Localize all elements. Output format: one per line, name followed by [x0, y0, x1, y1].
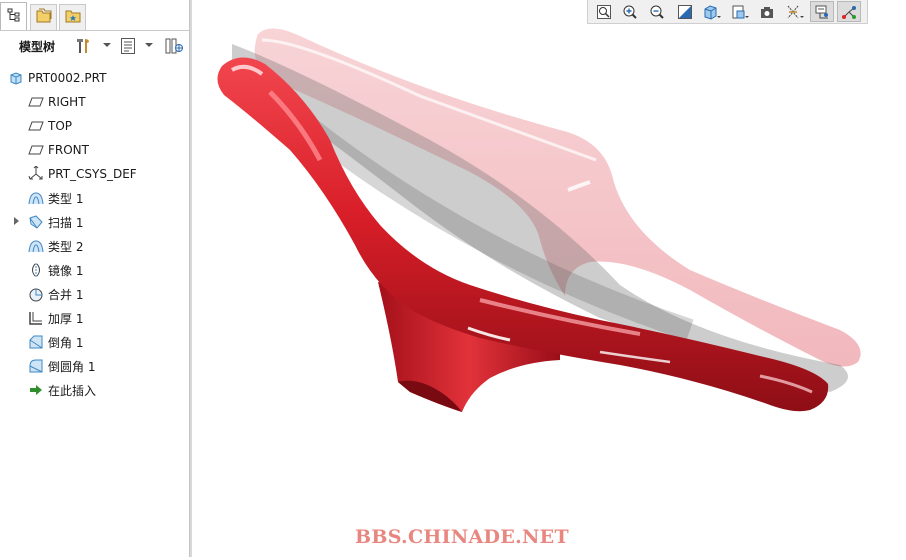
datum-plane-icon [28, 142, 44, 158]
boundary-blend-icon [28, 190, 44, 206]
settings-dropdown-icon[interactable] [103, 43, 111, 47]
tree-item-round-1[interactable]: 倒圆角 1 [28, 355, 95, 377]
favorites-tab[interactable] [59, 4, 86, 30]
tree-item-label: RIGHT [48, 95, 86, 109]
tree-columns-icon[interactable] [164, 36, 184, 56]
tree-item-insert-here[interactable]: 在此插入 [28, 379, 96, 401]
repaint-icon[interactable] [673, 1, 697, 22]
model-tree-tab-icon [7, 8, 21, 25]
coordinate-system-icon [28, 166, 44, 182]
tree-item-right[interactable]: RIGHT [28, 91, 86, 113]
tree-toolbar: 模型树 [0, 33, 189, 59]
tree-item-label: 扫描 1 [48, 215, 84, 230]
chamfer-icon [28, 334, 44, 350]
tree-root-label: PRT0002.PRT [28, 71, 107, 85]
tree-item-label: 倒圆角 1 [48, 359, 96, 374]
tree-item-label: TOP [48, 119, 73, 133]
tree-item-sweep-1[interactable]: 扫描 1 [28, 211, 83, 233]
tree-item-label: 合并 1 [48, 287, 84, 302]
tree-item-blend-1[interactable]: 类型 1 [28, 187, 83, 209]
graphics-toolbar [587, 0, 868, 24]
tree-item-label: 镜像 1 [48, 263, 84, 278]
tree-item-label: 倒角 1 [48, 335, 84, 350]
tree-item-label: 类型 2 [48, 239, 84, 254]
model-tree-panel: 模型树 PRT0002.PRT RIGHT TOP FRONT PRT_CSYS… [0, 0, 190, 557]
mirror-icon [28, 262, 44, 278]
datum-plane-icon [28, 118, 44, 134]
zoom-out-icon[interactable] [645, 1, 669, 22]
saved-views-icon[interactable] [728, 1, 752, 22]
folder-browser-tab[interactable] [30, 4, 57, 30]
tree-item-mirror-1[interactable]: 镜像 1 [28, 259, 83, 281]
tree-item-blend-2[interactable]: 类型 2 [28, 235, 83, 257]
folder-browser-tab-icon [35, 8, 53, 27]
model-tree-tab[interactable] [0, 2, 27, 30]
thicken-icon [28, 310, 44, 326]
tree-item-front[interactable]: FRONT [28, 139, 89, 161]
show-list-icon[interactable] [118, 36, 138, 56]
boundary-blend-icon [28, 238, 44, 254]
tree-item-label: FRONT [48, 143, 89, 157]
datum-display-icon[interactable] [783, 1, 807, 22]
tree-item-csys[interactable]: PRT_CSYS_DEF [28, 163, 137, 185]
tree-item-label: 在此插入 [48, 383, 97, 398]
model-canvas[interactable] [192, 24, 906, 557]
graphics-window[interactable] [192, 24, 906, 557]
spin-center-icon[interactable] [837, 1, 861, 22]
part-icon [8, 70, 24, 86]
sweep-icon [28, 214, 44, 230]
annotation-display-icon[interactable] [810, 1, 834, 22]
insert-here-arrow-icon [28, 382, 44, 398]
tree-item-thicken-1[interactable]: 加厚 1 [28, 307, 83, 329]
tree-item-merge-1[interactable]: 合并 1 [28, 283, 83, 305]
favorites-tab-icon [64, 8, 82, 27]
show-dropdown-icon[interactable] [145, 43, 153, 47]
tree-root-part[interactable]: PRT0002.PRT [8, 67, 106, 89]
view-manager-icon[interactable] [755, 1, 779, 22]
tree-item-top[interactable]: TOP [28, 115, 72, 137]
expand-arrow-icon[interactable] [14, 217, 19, 225]
navigator-tabs [0, 0, 190, 32]
settings-tools-icon[interactable] [74, 36, 94, 56]
tree-item-label: 类型 1 [48, 191, 84, 206]
round-icon [28, 358, 44, 374]
tree-item-chamfer-1[interactable]: 倒角 1 [28, 331, 83, 353]
refit-icon[interactable] [592, 1, 616, 22]
datum-plane-icon [28, 94, 44, 110]
tab-divider [0, 30, 190, 31]
tree-item-label: 加厚 1 [48, 311, 84, 326]
watermark-text: BBS.CHINADE.NET [355, 526, 569, 548]
tree-item-label: PRT_CSYS_DEF [48, 167, 137, 181]
zoom-in-icon[interactable] [618, 1, 642, 22]
merge-icon [28, 286, 44, 302]
display-style-icon[interactable] [700, 1, 724, 22]
model-tree-title: 模型树 [19, 40, 56, 54]
